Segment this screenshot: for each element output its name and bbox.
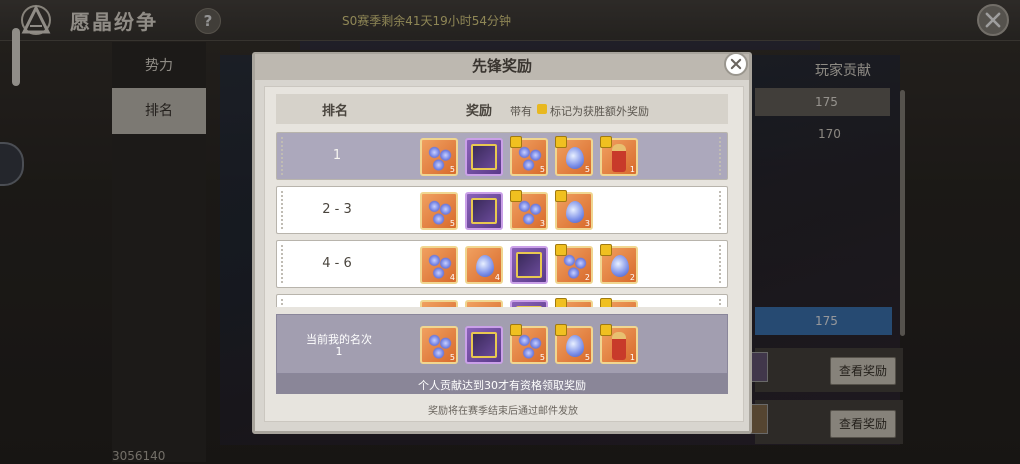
reward-item-frame-icon[interactable] [510, 300, 548, 307]
bonus-marker-icon [510, 136, 522, 148]
reward-item-gem-icon[interactable]: 2 [600, 244, 638, 284]
reward-list[interactable]: 1 5 5 5 1 2 - 3 5 3 3 4 - 6 4 4 2 2 [276, 132, 728, 307]
item-count: 3 [584, 219, 590, 228]
item-count: 2 [584, 273, 590, 282]
item-count: 5 [449, 353, 455, 362]
reward-item-gems-icon[interactable]: 3 [510, 190, 548, 230]
item-count: 4 [494, 273, 500, 282]
reward-item-gems-icon[interactable]: 4 [420, 246, 458, 284]
reward-item-gem-icon[interactable]: 5 [555, 136, 593, 176]
reward-item-gem-icon[interactable] [465, 300, 503, 307]
reward-item-gems-icon[interactable]: 2 [555, 244, 593, 284]
reward-item-gem-icon[interactable] [600, 298, 638, 307]
item-count: 4 [449, 273, 455, 282]
close-modal-icon[interactable] [724, 52, 748, 76]
reward-item-gems-icon[interactable]: 5 [420, 138, 458, 176]
reward-item-gems-icon[interactable]: 5 [510, 136, 548, 176]
bonus-marker-icon [600, 136, 612, 148]
reward-item-frame-icon[interactable] [465, 326, 503, 364]
item-count: 3 [539, 219, 545, 228]
modal-title: 先锋奖励 [471, 57, 532, 75]
item-count: 5 [539, 165, 545, 174]
bonus-marker-icon [600, 244, 612, 256]
item-count: 5 [449, 219, 455, 228]
reward-row: 2 - 3 5 3 3 [276, 186, 728, 234]
reward-item-gems-icon[interactable] [420, 300, 458, 307]
reward-item-gem-icon[interactable]: 5 [555, 324, 593, 364]
reward-item-frame-icon[interactable] [465, 192, 503, 230]
rank-label: 4 - 6 [322, 256, 352, 271]
bonus-marker-icon [510, 190, 522, 202]
reward-row [276, 294, 728, 307]
item-count: 1 [629, 165, 635, 174]
bonus-marker-icon [555, 324, 567, 336]
bonus-marker-icon [537, 104, 547, 114]
reward-item-gem-icon[interactable]: 3 [555, 190, 593, 230]
bonus-note-prefix: 带有 [510, 105, 532, 118]
item-count: 5 [449, 165, 455, 174]
reward-item-frame-icon[interactable] [510, 246, 548, 284]
bonus-marker-icon [600, 298, 612, 307]
requirement-text: 个人贡献达到30才有资格领取奖励 [418, 379, 586, 392]
reward-row: 4 - 6 4 4 2 2 [276, 240, 728, 288]
reward-item-gem-icon[interactable]: 4 [465, 246, 503, 284]
bonus-marker-icon [510, 324, 522, 336]
item-count: 1 [629, 353, 635, 362]
bonus-marker-icon [600, 324, 612, 336]
my-rank-value: 1 [335, 345, 343, 358]
reward-item-gems-icon[interactable]: 5 [420, 192, 458, 230]
item-count: 5 [584, 165, 590, 174]
bonus-marker-icon [555, 190, 567, 202]
item-count: 2 [629, 273, 635, 282]
rank-label [277, 295, 397, 307]
reward-item-figure-icon[interactable]: 1 [600, 324, 638, 364]
bonus-note-suffix: 标记为获胜额外奖励 [550, 105, 649, 118]
reward-item-figure-icon[interactable]: 1 [600, 136, 638, 176]
column-header-reward: 奖励 [466, 104, 493, 119]
mail-delivery-note: 奖励将在赛季结束后通过邮件发放 [428, 406, 578, 417]
bonus-marker-icon [555, 244, 567, 256]
rank-label: 2 - 3 [322, 202, 352, 217]
item-count: 5 [539, 353, 545, 362]
reward-item-gems-icon[interactable] [555, 298, 593, 307]
bonus-marker-icon [555, 298, 567, 307]
item-count: 5 [584, 353, 590, 362]
bonus-marker-icon [555, 136, 567, 148]
reward-item-frame-icon[interactable] [465, 138, 503, 176]
reward-item-gems-icon[interactable]: 5 [510, 324, 548, 364]
column-header-rank: 排名 [322, 104, 349, 119]
rank-label: 1 [332, 148, 342, 163]
reward-row: 1 5 5 5 1 [276, 132, 728, 180]
reward-item-gems-icon[interactable]: 5 [420, 326, 458, 364]
